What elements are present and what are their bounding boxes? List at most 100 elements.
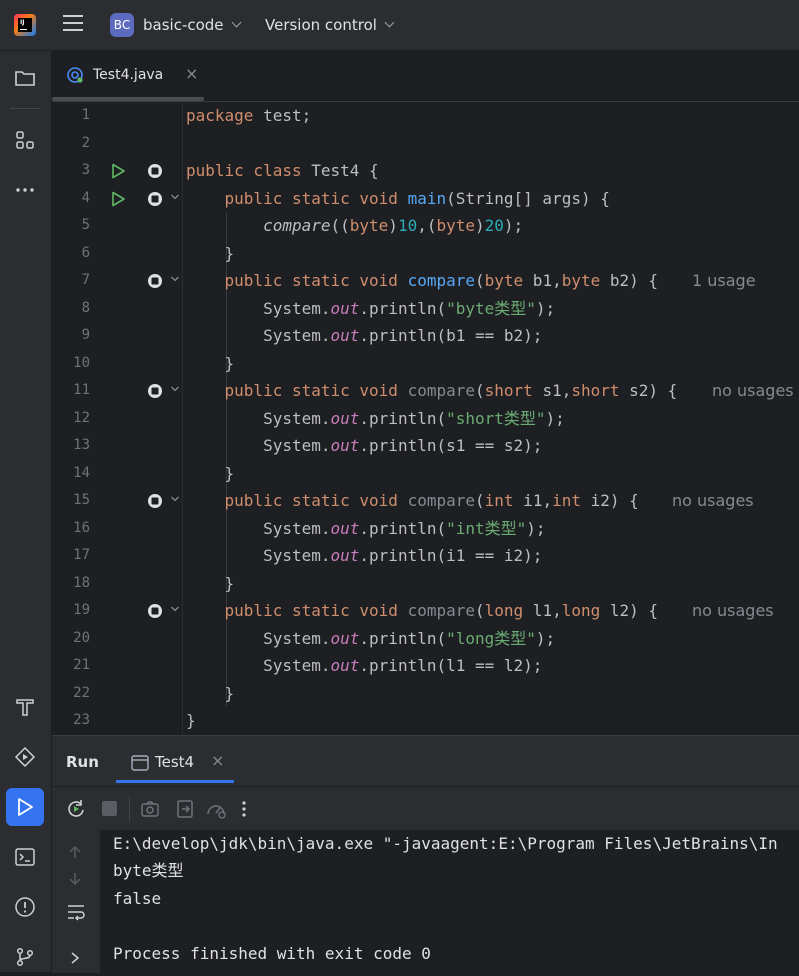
usage-hint[interactable]: no usages xyxy=(712,377,794,405)
code-line-11: public static void compare(short s1,shor… xyxy=(224,381,678,400)
project-selector[interactable]: basic-code xyxy=(143,16,241,34)
line-number[interactable]: 1 xyxy=(52,102,90,130)
method-marker-icon[interactable] xyxy=(147,603,163,619)
run-panel-title: Run xyxy=(66,753,99,771)
usage-hint[interactable]: no usages xyxy=(672,487,754,515)
line-number[interactable]: 14 xyxy=(52,460,90,488)
exit-icon[interactable] xyxy=(175,799,195,819)
active-tab-indicator xyxy=(116,780,234,783)
code-line-17: System.out.println(i1 == i2); xyxy=(263,546,543,565)
code-line-19: public static void compare(long l1,long … xyxy=(224,601,659,620)
fold-chevron-icon[interactable] xyxy=(170,192,180,202)
line-number[interactable]: 7 xyxy=(52,267,90,295)
project-badge[interactable]: BC xyxy=(110,13,134,37)
code-line-10: } xyxy=(224,353,235,373)
line-number[interactable]: 16 xyxy=(52,515,90,543)
code-line-15: public static void compare(int i1,int i2… xyxy=(224,491,639,510)
line-number[interactable]: 13 xyxy=(52,432,90,460)
line-number[interactable]: 19 xyxy=(52,597,90,625)
line-number[interactable]: 2 xyxy=(52,130,90,158)
close-icon[interactable]: × xyxy=(185,64,198,83)
line-number[interactable]: 4 xyxy=(52,185,90,213)
gutter-row: 1 xyxy=(52,102,799,130)
structure-tool-button[interactable] xyxy=(6,121,44,159)
method-marker-icon[interactable] xyxy=(147,191,163,207)
fold-chevron-icon[interactable] xyxy=(170,604,180,614)
code-line-18: } xyxy=(224,573,235,593)
console-window-icon xyxy=(131,755,149,771)
gutter-row: 6 xyxy=(52,240,799,268)
run-tab-test4[interactable]: Test4 × xyxy=(116,745,234,783)
title-bar: IJ BC basic-code Version control xyxy=(0,0,799,51)
line-number[interactable]: 23 xyxy=(52,707,90,735)
problems-tool-button[interactable] xyxy=(6,888,44,926)
vcs-selector[interactable]: Version control xyxy=(265,16,395,34)
line-number[interactable]: 9 xyxy=(52,322,90,350)
more-tools-button[interactable] xyxy=(6,171,44,209)
line-number[interactable]: 18 xyxy=(52,570,90,598)
line-number[interactable]: 10 xyxy=(52,350,90,378)
line-number[interactable]: 3 xyxy=(52,157,90,185)
run-tool-button[interactable] xyxy=(6,788,44,826)
line-number[interactable]: 15 xyxy=(52,487,90,515)
gutter-row: 23 xyxy=(52,707,799,735)
console-line: false xyxy=(113,889,162,908)
build-tool-button[interactable] xyxy=(6,688,44,726)
debug-icon[interactable] xyxy=(205,799,227,819)
rerun-icon[interactable] xyxy=(66,799,86,819)
gutter-row: 2 xyxy=(52,130,799,158)
project-tool-button[interactable] xyxy=(6,59,44,97)
line-number[interactable]: 5 xyxy=(52,212,90,240)
git-tool-button[interactable] xyxy=(6,938,44,976)
more-vertical-icon[interactable] xyxy=(240,799,248,819)
code-editor[interactable]: 1 2 3 4 5 6 7 8 9 10 11 12 13 14 15 16 17 18 19 20 21 22 23 pa… xyxy=(52,102,799,735)
gutter-row: 10 xyxy=(52,350,799,378)
expand-icon[interactable] xyxy=(69,951,81,965)
line-number[interactable]: 12 xyxy=(52,405,90,433)
screenshot-icon[interactable] xyxy=(140,799,160,819)
main-menu-icon[interactable] xyxy=(63,15,83,33)
down-arrow-icon[interactable] xyxy=(67,871,83,887)
code-line-4: public static void main(String[] args) { xyxy=(224,188,610,208)
close-icon[interactable]: × xyxy=(211,751,224,770)
stop-icon[interactable] xyxy=(102,801,117,816)
chevron-down-icon xyxy=(231,17,241,28)
line-number[interactable]: 11 xyxy=(52,377,90,405)
line-number[interactable]: 8 xyxy=(52,295,90,323)
services-icon xyxy=(14,746,36,768)
gutter-row: 3 xyxy=(52,157,799,185)
git-icon xyxy=(16,947,34,967)
fold-chevron-icon[interactable] xyxy=(170,494,180,504)
fold-chevron-icon[interactable] xyxy=(170,274,180,284)
line-number[interactable]: 22 xyxy=(52,680,90,708)
gutter-row: 14 xyxy=(52,460,799,488)
line-number[interactable]: 6 xyxy=(52,240,90,268)
structure-icon xyxy=(16,131,34,149)
usage-hint[interactable]: no usages xyxy=(692,597,774,625)
run-gutter-icon[interactable] xyxy=(110,191,126,207)
method-marker-icon[interactable] xyxy=(147,163,163,179)
tab-scroll-indicator xyxy=(52,97,204,101)
line-number[interactable]: 21 xyxy=(52,652,90,680)
tool-separator xyxy=(10,108,41,109)
gutter-row: 22 xyxy=(52,680,799,708)
usage-hint[interactable]: 1 usage xyxy=(692,267,756,295)
soft-wrap-icon[interactable] xyxy=(66,903,86,921)
method-marker-icon[interactable] xyxy=(147,273,163,289)
up-arrow-icon[interactable] xyxy=(67,844,83,860)
code-line-8: System.out.println("byte类型"); xyxy=(263,298,556,318)
line-number[interactable]: 17 xyxy=(52,542,90,570)
console-line-exit: Process finished with exit code 0 xyxy=(113,944,431,963)
method-marker-icon[interactable] xyxy=(147,383,163,399)
intellij-logo-icon[interactable]: IJ xyxy=(14,14,36,36)
code-line-23: } xyxy=(186,711,196,730)
run-gutter-icon[interactable] xyxy=(110,163,126,179)
method-marker-icon[interactable] xyxy=(147,493,163,509)
services-tool-button[interactable] xyxy=(6,738,44,776)
chevron-down-icon xyxy=(384,17,395,28)
line-number[interactable]: 20 xyxy=(52,625,90,653)
tab-filename: Test4.java xyxy=(93,67,164,83)
console-output[interactable]: E:\develop\jdk\bin\java.exe "-javaagent:… xyxy=(100,830,799,973)
fold-chevron-icon[interactable] xyxy=(170,384,180,394)
terminal-tool-button[interactable] xyxy=(6,838,44,876)
